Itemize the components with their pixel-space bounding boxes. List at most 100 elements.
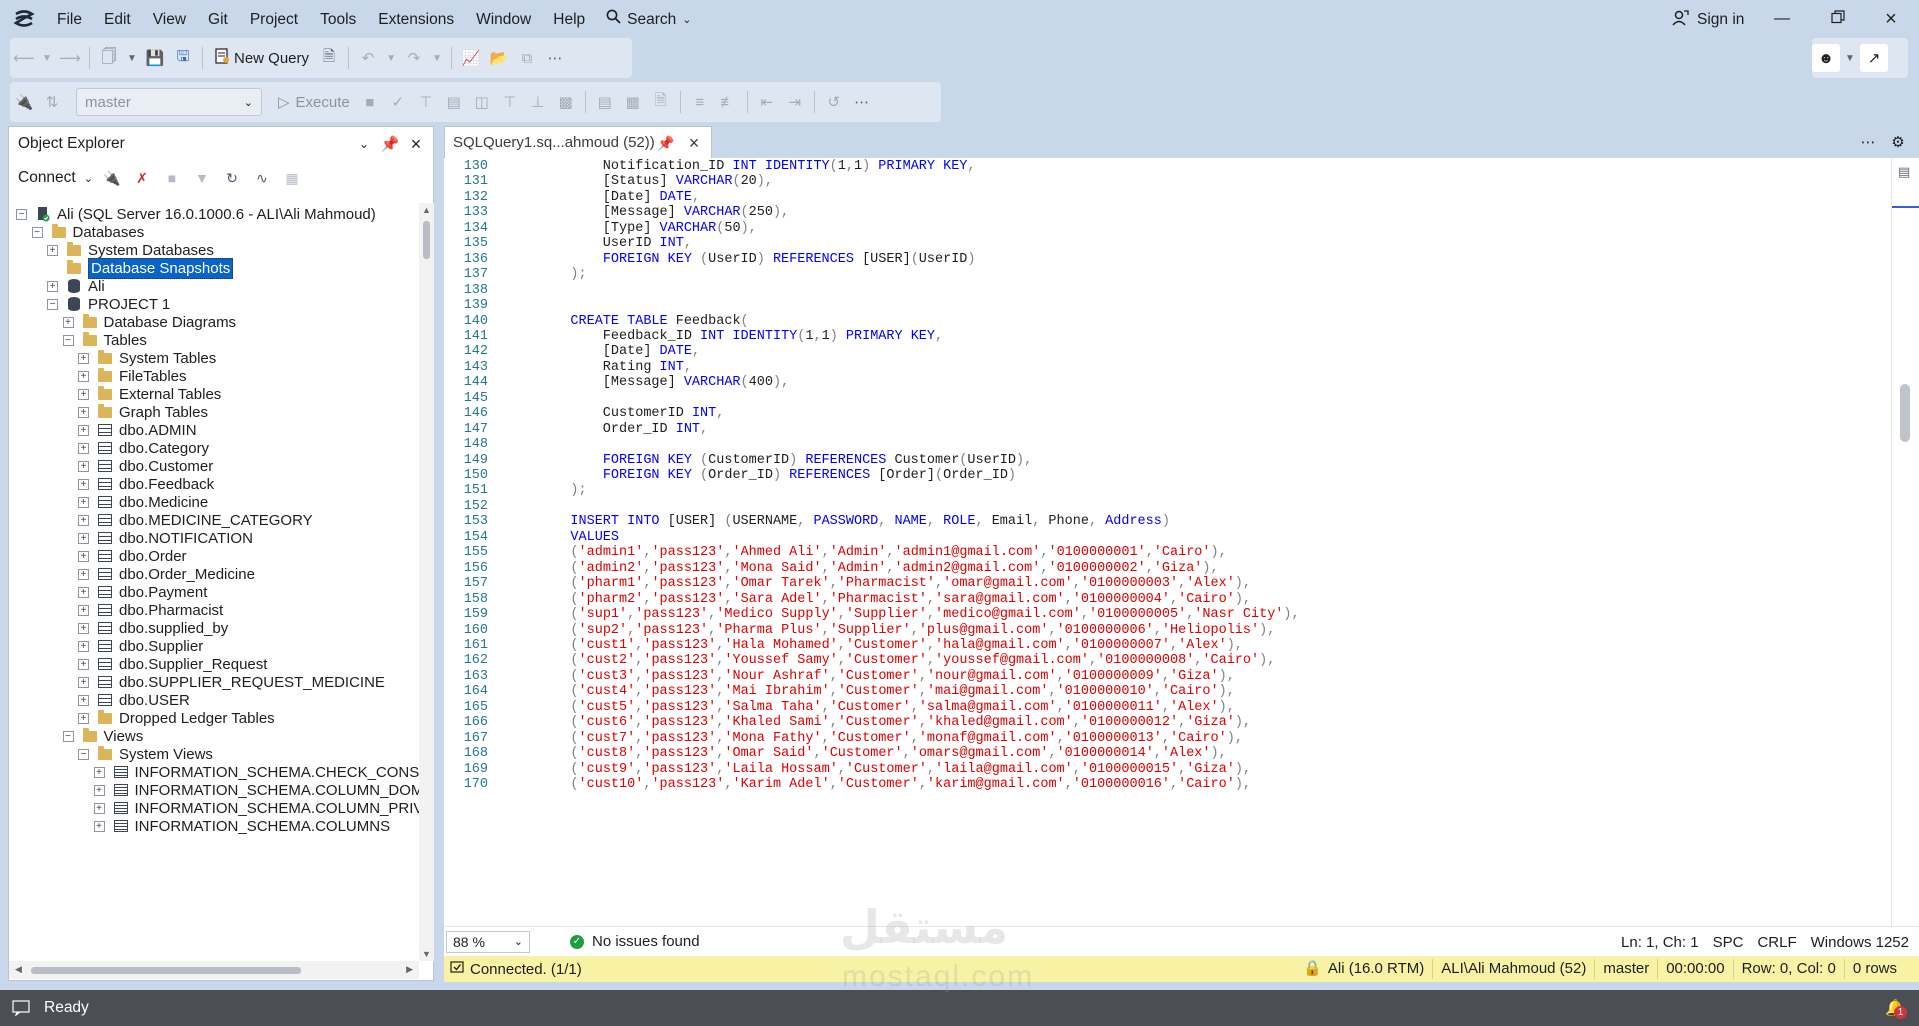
collapse-icon[interactable]: − <box>16 208 27 220</box>
navigate-back-dropdown[interactable]: ▼ <box>38 44 56 72</box>
cancel-query-button[interactable]: ■ <box>356 88 384 116</box>
code-line[interactable]: FOREIGN KEY (Order_ID) REFERENCES [Order… <box>538 467 1016 486</box>
undo-dropdown[interactable]: ▼ <box>382 44 400 72</box>
expand-icon[interactable]: + <box>93 766 105 778</box>
expand-icon[interactable]: + <box>78 442 89 454</box>
code-line[interactable]: ('cust10','pass123','Karim Adel','Custom… <box>538 776 1251 795</box>
expand-icon[interactable]: + <box>78 496 89 508</box>
close-tab-button[interactable]: × <box>685 133 703 153</box>
tree-node[interactable]: + INFORMATION_SCHEMA.COLUMNS <box>93 815 390 837</box>
activity-monitor-button[interactable]: ∿ <box>251 167 273 189</box>
menu-project[interactable]: Project <box>239 5 309 35</box>
toolbar-overflow-button[interactable]: ⋯ <box>541 44 569 72</box>
intellisense-button[interactable]: ◫ <box>468 88 496 116</box>
pin-panel-button[interactable]: 📌 <box>379 133 401 155</box>
restore-button[interactable] <box>1815 4 1861 34</box>
comment-lines-button[interactable]: ≡ <box>686 88 714 116</box>
collapse-icon[interactable]: − <box>78 748 89 760</box>
menu-window[interactable]: Window <box>465 5 542 35</box>
expand-icon[interactable]: + <box>78 622 89 634</box>
decrease-indent-button[interactable]: ⇤ <box>753 88 781 116</box>
menu-help[interactable]: Help <box>542 5 596 35</box>
results-to-file-button[interactable]: 🗎 <box>647 88 675 116</box>
expand-icon[interactable]: + <box>78 568 89 580</box>
parse-button[interactable]: ✓ <box>384 88 412 116</box>
expand-icon[interactable]: + <box>78 640 89 652</box>
tab-list-button[interactable]: ⋯ <box>1858 132 1878 152</box>
change-connection-button[interactable]: ⇅ <box>38 88 66 116</box>
new-project-dropdown[interactable]: ▼ <box>123 44 141 72</box>
expand-icon[interactable]: + <box>78 352 89 364</box>
collapse-icon[interactable]: − <box>31 226 43 238</box>
client-stats-button[interactable]: ▩ <box>552 88 580 116</box>
menu-file[interactable]: File <box>46 5 93 35</box>
pin-tab-button[interactable]: 📌 <box>657 134 675 152</box>
menu-extensions[interactable]: Extensions <box>367 5 465 35</box>
collapse-icon[interactable]: − <box>47 298 58 310</box>
cursor-position[interactable]: Ln: 1, Ch: 1 <box>1621 934 1699 951</box>
tree-horizontal-scrollbar[interactable]: ◀ ▶ <box>9 961 419 979</box>
navigate-forward-button[interactable]: ⟶ <box>56 44 84 72</box>
live-share-button[interactable]: ↗ <box>1860 44 1888 72</box>
file-encoding[interactable]: Windows 1252 <box>1811 934 1909 951</box>
available-databases-select[interactable]: master ⌄ <box>76 88 262 116</box>
menu-edit[interactable]: Edit <box>93 5 142 35</box>
show-policy-health-button[interactable]: ▦ <box>281 167 303 189</box>
minimize-button[interactable]: — <box>1759 4 1805 34</box>
notifications-button[interactable]: 🔔 1 <box>1885 998 1908 1019</box>
expand-icon[interactable]: + <box>78 388 89 400</box>
navigate-back-button[interactable]: ⟵ <box>10 44 38 72</box>
specify-template-values-button[interactable]: ↺ <box>820 88 848 116</box>
results-to-text-button[interactable]: ▤ <box>591 88 619 116</box>
activity-monitor-button[interactable]: 📈 <box>457 44 485 72</box>
filter-button[interactable]: ▼ <box>191 167 213 189</box>
disconnect-button[interactable]: ✗ <box>131 167 153 189</box>
scrollbar-thumb[interactable] <box>423 221 430 259</box>
expand-icon[interactable]: + <box>78 460 89 472</box>
split-editor-icon[interactable]: ▤ <box>1898 164 1910 180</box>
expand-icon[interactable]: + <box>78 676 89 688</box>
panel-options-button[interactable]: ⌄ <box>353 133 375 155</box>
expand-icon[interactable]: + <box>93 820 105 832</box>
scrollbar-thumb[interactable] <box>31 967 301 974</box>
live-stats-button[interactable]: ⊥ <box>524 88 552 116</box>
close-window-button[interactable]: × <box>1868 4 1914 34</box>
output-window-icon[interactable] <box>12 1000 32 1016</box>
expand-icon[interactable]: + <box>78 370 89 382</box>
new-query-button[interactable]: New Query <box>208 48 315 68</box>
expand-icon[interactable]: + <box>78 532 89 544</box>
code-line[interactable]: ); <box>538 482 586 501</box>
tab-settings-button[interactable]: ⚙ <box>1888 132 1908 152</box>
template-explorer-button[interactable]: ⧉ <box>513 44 541 72</box>
stop-button[interactable]: ■ <box>161 167 183 189</box>
expand-icon[interactable]: + <box>78 586 89 598</box>
toolbar-overflow-button[interactable]: ⋯ <box>848 88 876 116</box>
uncomment-lines-button[interactable]: ≢ <box>714 88 742 116</box>
menu-git[interactable]: Git <box>197 5 239 35</box>
refresh-button[interactable]: ↻ <box>221 167 243 189</box>
expand-icon[interactable]: + <box>78 424 89 436</box>
expand-icon[interactable]: + <box>78 604 89 616</box>
collapse-icon[interactable]: − <box>62 334 74 346</box>
sign-in-button[interactable]: Sign in <box>1672 6 1744 34</box>
sql-editor[interactable]: 130 Notification_ID INT IDENTITY(1,1) PR… <box>444 158 1891 926</box>
increase-indent-button[interactable]: ⇥ <box>781 88 809 116</box>
expand-icon[interactable]: + <box>62 316 74 328</box>
code-line[interactable]: Order_ID INT, <box>538 421 708 440</box>
database-engine-query-button[interactable]: 🗎 <box>315 44 343 72</box>
expand-icon[interactable]: + <box>78 406 89 418</box>
copilot-dropdown[interactable]: ▼ <box>1840 44 1860 72</box>
code-line[interactable]: [Message] VARCHAR(400), <box>538 374 789 393</box>
expand-icon[interactable]: + <box>78 514 89 526</box>
menu-view[interactable]: View <box>142 5 197 35</box>
undo-button[interactable]: ↶ <box>354 44 382 72</box>
editor-vertical-scrollbar[interactable]: ▤ <box>1891 158 1919 926</box>
close-panel-button[interactable]: × <box>405 133 427 155</box>
connect-dropdown[interactable]: Connect ⌄ <box>18 169 93 187</box>
expand-icon[interactable]: + <box>47 244 58 256</box>
menu-tools[interactable]: Tools <box>309 5 367 35</box>
object-explorer-button[interactable]: 📂 <box>485 44 513 72</box>
tree-vertical-scrollbar[interactable]: ▲ ▼ <box>419 203 434 961</box>
connect-button[interactable]: 🔌 <box>10 88 38 116</box>
code-line[interactable]: INSERT INTO [USER] (USERNAME, PASSWORD, … <box>538 513 1170 532</box>
